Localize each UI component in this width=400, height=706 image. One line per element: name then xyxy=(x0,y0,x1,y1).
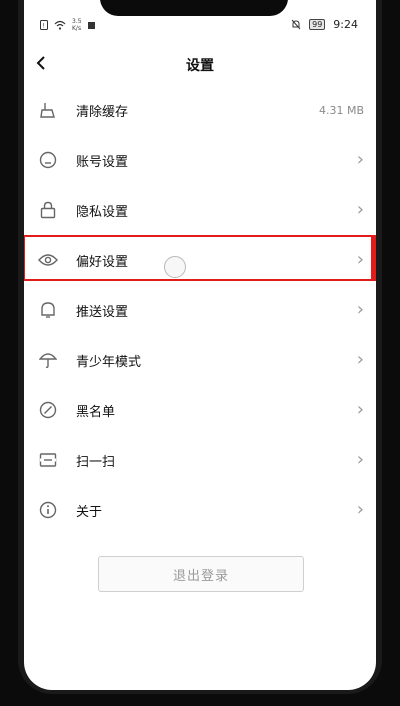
header: 设置 xyxy=(24,50,376,80)
lock-icon xyxy=(38,200,58,220)
chevron-right-icon: › xyxy=(356,499,364,520)
chevron-right-icon: › xyxy=(356,299,364,320)
row-youth-mode[interactable]: 青少年模式 › xyxy=(24,335,376,385)
status-left: ! 3.5 K/s xyxy=(40,18,95,32)
settings-list: 清除缓存 4.31 MB 账号设置 › 隐私设置 › 偏好设置 › 推送设置 ›… xyxy=(24,85,376,535)
umbrella-icon xyxy=(38,350,58,370)
row-label: 扫一扫 xyxy=(76,454,116,470)
mute-bell-icon xyxy=(291,19,301,30)
logout-button[interactable]: 退出登录 xyxy=(98,556,304,592)
status-right: 99 9:24 xyxy=(291,18,358,31)
row-account-settings[interactable]: 账号设置 › xyxy=(24,135,376,185)
sim-icon: ! xyxy=(40,20,48,30)
page-title: 设置 xyxy=(186,58,214,74)
chevron-right-icon: › xyxy=(356,449,364,470)
speed-unit: K/s xyxy=(72,25,82,32)
status-bar: ! 3.5 K/s 99 9:24 xyxy=(24,14,376,38)
cache-size-value: 4.31 MB xyxy=(318,103,364,117)
network-speed: 3.5 K/s xyxy=(72,18,82,32)
chevron-right-icon: › xyxy=(356,399,364,420)
wifi-icon xyxy=(54,20,66,30)
row-label: 账号设置 xyxy=(76,154,129,170)
block-icon xyxy=(38,400,58,420)
screen: ! 3.5 K/s 99 9:24 设置 清除缓存 4.31 MB 账号设置 ›… xyxy=(24,0,376,690)
row-preference-settings[interactable]: 偏好设置 › xyxy=(24,235,376,285)
row-push-settings[interactable]: 推送设置 › xyxy=(24,285,376,335)
chevron-right-icon: › xyxy=(356,199,364,220)
broom-icon xyxy=(38,100,58,120)
row-label: 关于 xyxy=(76,504,103,520)
chevron-right-icon: › xyxy=(356,249,364,270)
highlight-edge xyxy=(371,235,376,281)
row-clear-cache[interactable]: 清除缓存 4.31 MB xyxy=(24,85,376,135)
row-label: 隐私设置 xyxy=(76,204,129,220)
bell-icon xyxy=(38,300,58,320)
row-blacklist[interactable]: 黑名单 › xyxy=(24,385,376,435)
chevron-right-icon: › xyxy=(356,349,364,370)
account-icon xyxy=(38,150,58,170)
chevron-right-icon: › xyxy=(356,149,364,170)
phone-frame: ! 3.5 K/s 99 9:24 设置 清除缓存 4.31 MB 账号设置 ›… xyxy=(18,0,382,694)
svg-text:!: ! xyxy=(42,23,44,30)
eye-icon xyxy=(38,250,58,270)
row-privacy-settings[interactable]: 隐私设置 › xyxy=(24,185,376,235)
row-label: 青少年模式 xyxy=(76,354,142,370)
scan-icon xyxy=(38,450,58,470)
row-label: 清除缓存 xyxy=(76,104,129,120)
row-label: 黑名单 xyxy=(76,404,116,420)
notification-square-icon xyxy=(87,21,95,29)
touch-indicator xyxy=(164,256,186,278)
info-icon xyxy=(38,500,58,520)
speed-value: 3.5 xyxy=(72,18,82,25)
row-about[interactable]: 关于 › xyxy=(24,485,376,535)
clock: 9:24 xyxy=(333,18,358,31)
row-label: 偏好设置 xyxy=(76,254,129,270)
battery-level: 99 xyxy=(309,19,326,30)
row-scan[interactable]: 扫一扫 › xyxy=(24,435,376,485)
row-label: 推送设置 xyxy=(76,304,129,320)
camera-notch xyxy=(100,0,288,16)
